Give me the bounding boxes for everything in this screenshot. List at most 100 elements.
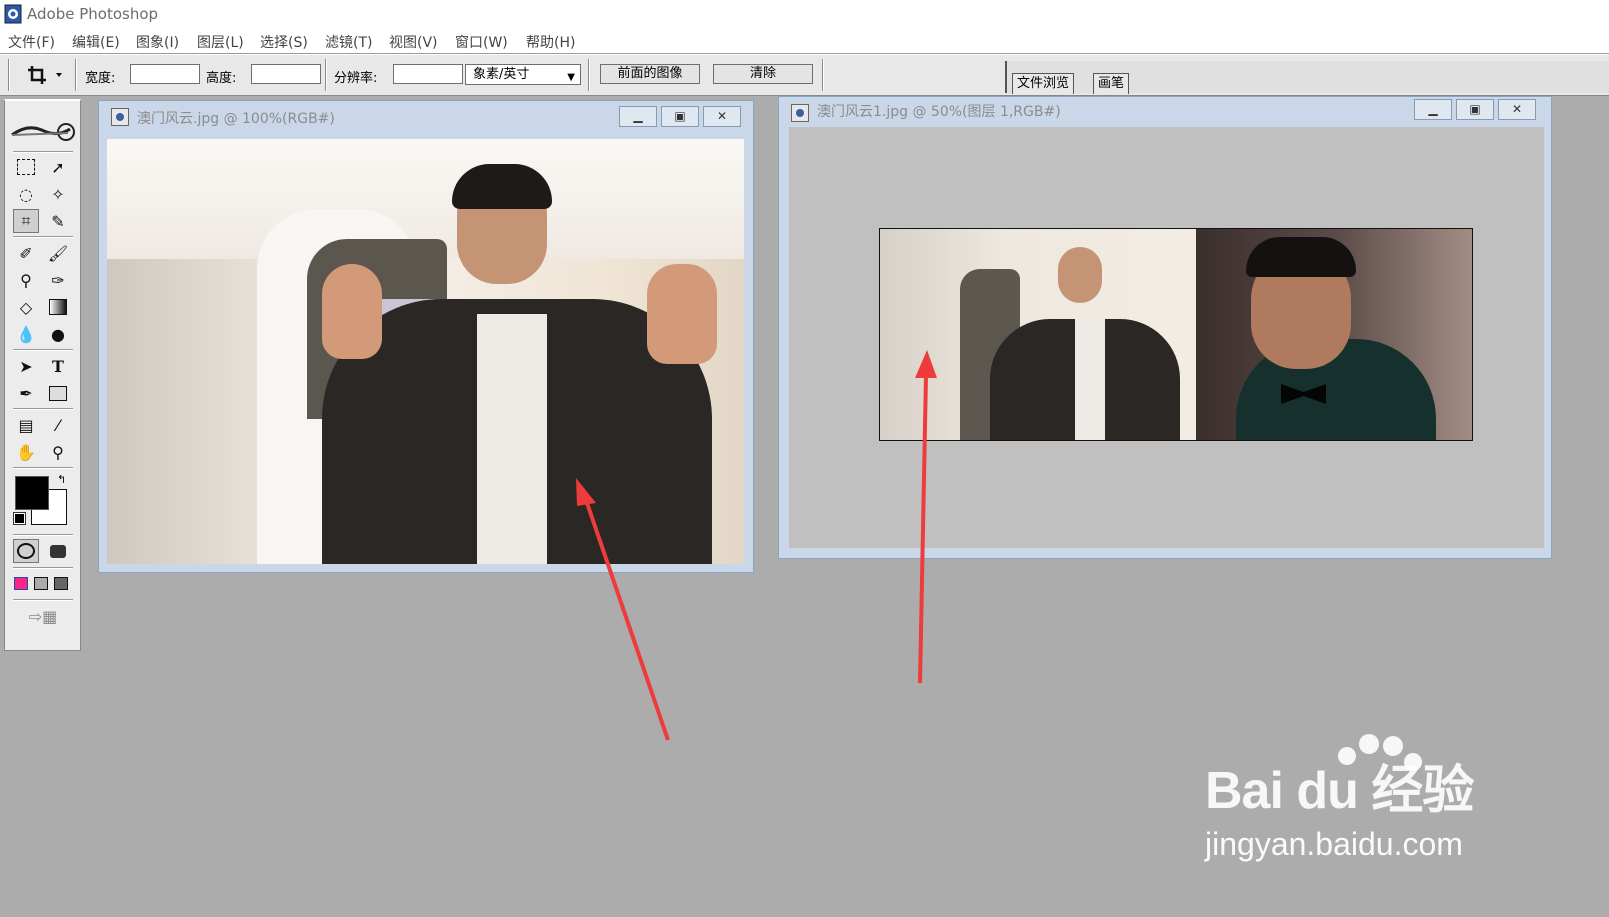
toolbox-separator	[13, 408, 73, 410]
document-1-titlebar[interactable]: 澳门风云.jpg @ 100%(RGB#) ▁ ▣ ✕	[99, 101, 753, 131]
photo-left-hand	[322, 264, 382, 359]
rectangle-tool-icon[interactable]	[45, 381, 71, 405]
maximize-button[interactable]: ▣	[661, 106, 699, 127]
magic-wand-tool-icon[interactable]: ✧	[45, 182, 71, 206]
jump-to-imageready-icon[interactable]: ⇨▦	[15, 604, 71, 628]
toolbox-separator	[13, 567, 73, 569]
menu-file[interactable]: 文件(F)	[8, 32, 55, 52]
photo-man-raising-hands[interactable]	[107, 139, 744, 564]
minimize-button[interactable]: ▁	[1414, 99, 1452, 120]
resolution-label: 分辨率:	[334, 71, 378, 86]
photo-hair	[452, 164, 552, 209]
brush-tool-icon[interactable]: 🖌	[45, 241, 71, 265]
notes-tool-icon[interactable]: ▤	[13, 413, 39, 437]
crop-tool-icon[interactable]: ⌗	[13, 209, 39, 233]
resolution-input[interactable]	[393, 64, 463, 84]
menu-help[interactable]: 帮助(H)	[526, 32, 575, 52]
gradient-tool-icon[interactable]	[45, 295, 71, 319]
composite-image[interactable]	[879, 228, 1473, 441]
eraser-tool-icon[interactable]: ◇	[13, 295, 39, 319]
composite-left-photo	[880, 229, 1196, 440]
document-2-title: 澳门风云1.jpg @ 50%(图层 1,RGB#)	[817, 104, 1061, 120]
watermark-brand: Bai du 经验	[1205, 762, 1474, 820]
menu-image[interactable]: 图象(I)	[136, 32, 179, 52]
full-screen-mode-icon[interactable]	[51, 571, 71, 595]
height-label: 高度:	[206, 71, 237, 86]
toolbox-separator	[13, 467, 73, 469]
path-selection-tool-icon[interactable]: ➤	[13, 354, 39, 378]
menu-edit[interactable]: 编辑(E)	[72, 32, 120, 52]
foreground-color-swatch[interactable]	[15, 476, 49, 510]
document-2-canvas-area	[789, 127, 1544, 548]
healing-brush-tool-icon[interactable]: ✐	[13, 241, 39, 265]
front-image-button[interactable]: 前面的图像	[600, 64, 700, 84]
hand-tool-icon[interactable]: ✋	[13, 440, 39, 464]
toolbox-separator	[13, 349, 73, 351]
eyedropper-tool-icon[interactable]: ⁄	[45, 413, 71, 437]
app-title: Adobe Photoshop	[27, 5, 159, 23]
menu-select[interactable]: 选择(S)	[260, 32, 308, 52]
document-window-1: 澳门风云.jpg @ 100%(RGB#) ▁ ▣ ✕	[98, 100, 754, 573]
menu-layer[interactable]: 图层(L)	[197, 32, 244, 52]
blur-tool-icon[interactable]: 💧	[13, 322, 39, 346]
composite-right-photo	[1196, 229, 1472, 440]
photoshop-logo-icon	[4, 4, 22, 24]
resolution-unit-value: 象素/英寸	[473, 67, 530, 82]
watermark-url: jingyan.baidu.com	[1205, 826, 1463, 862]
tab-file-browser[interactable]: 文件浏览	[1012, 73, 1075, 94]
full-screen-menu-mode-icon[interactable]	[31, 571, 51, 595]
swap-colors-icon[interactable]: ↰	[57, 473, 66, 486]
composite-hair-2	[1246, 237, 1356, 277]
quick-mask-mode-icon[interactable]	[45, 539, 71, 563]
pen-tool-icon[interactable]: ✒	[13, 381, 39, 405]
width-label: 宽度:	[85, 71, 116, 86]
maximize-button[interactable]: ▣	[1456, 99, 1494, 120]
tab-brushes[interactable]: 画笔	[1093, 73, 1130, 94]
menu-view[interactable]: 视图(V)	[389, 32, 438, 52]
close-button[interactable]: ✕	[1498, 99, 1536, 120]
menu-bar: 文件(F) 编辑(E) 图象(I) 图层(L) 选择(S) 滤镜(T) 视图(V…	[0, 29, 1609, 54]
slice-tool-icon[interactable]: ✎	[45, 209, 71, 233]
options-separator	[325, 59, 327, 91]
composite-face	[1058, 247, 1102, 303]
close-button[interactable]: ✕	[703, 106, 741, 127]
height-input[interactable]	[251, 64, 321, 84]
menu-window[interactable]: 窗口(W)	[455, 32, 508, 52]
adobe-online-feather-icon[interactable]	[8, 117, 78, 147]
chevron-down-icon: ▼	[567, 72, 575, 83]
lasso-tool-icon[interactable]: ◌	[13, 182, 39, 206]
document-window-2: 澳门风云1.jpg @ 50%(图层 1,RGB#) ▁ ▣ ✕	[778, 96, 1552, 559]
composite-shirt	[1075, 319, 1105, 440]
toolbox-separator	[13, 599, 73, 601]
options-separator	[822, 59, 824, 91]
title-bar: Adobe Photoshop	[0, 0, 1609, 29]
move-tool-icon[interactable]: ➚	[45, 155, 71, 179]
document-2-titlebar[interactable]: 澳门风云1.jpg @ 50%(图层 1,RGB#) ▁ ▣ ✕	[779, 97, 1551, 127]
standard-screen-mode-icon[interactable]	[11, 571, 31, 595]
dodge-tool-icon[interactable]: ●	[45, 322, 71, 346]
clear-button[interactable]: 清除	[713, 64, 813, 84]
menu-filter[interactable]: 滤镜(T)	[325, 32, 372, 52]
clone-stamp-tool-icon[interactable]: ⚲	[13, 268, 39, 292]
options-separator	[588, 59, 590, 91]
document-icon	[111, 108, 129, 126]
resolution-unit-select[interactable]: 象素/英寸 ▼	[465, 64, 581, 85]
toolbox-separator	[13, 151, 73, 153]
toolbox-separator	[13, 236, 73, 238]
options-bar: 宽度: 高度: 分辨率: 象素/英寸 ▼ 前面的图像 清除 文件浏览 画笔	[0, 54, 1609, 96]
zoom-tool-icon[interactable]: ⚲	[45, 440, 71, 464]
toolbox: ➚ ◌ ✧ ⌗ ✎ ✐ 🖌 ⚲ ✑ ◇ 💧 ● ➤ T ✒ ▤ ⁄ ✋ ⚲ ↰ …	[4, 99, 81, 651]
baidu-jingyan-watermark: Bai du 经验 jingyan.baidu.com	[1205, 734, 1605, 868]
default-colors-icon[interactable]	[13, 512, 26, 525]
marquee-tool-icon[interactable]	[13, 155, 39, 179]
minimize-button[interactable]: ▁	[619, 106, 657, 127]
type-tool-icon[interactable]: T	[45, 354, 71, 378]
grip-separator	[8, 59, 10, 91]
photo-right-hand	[647, 264, 717, 364]
width-input[interactable]	[130, 64, 200, 84]
document-icon	[791, 104, 809, 122]
crop-tool-preset-icon[interactable]	[26, 64, 66, 86]
standard-mode-icon[interactable]	[13, 539, 39, 563]
options-separator	[75, 59, 77, 91]
history-brush-tool-icon[interactable]: ✑	[45, 268, 71, 292]
